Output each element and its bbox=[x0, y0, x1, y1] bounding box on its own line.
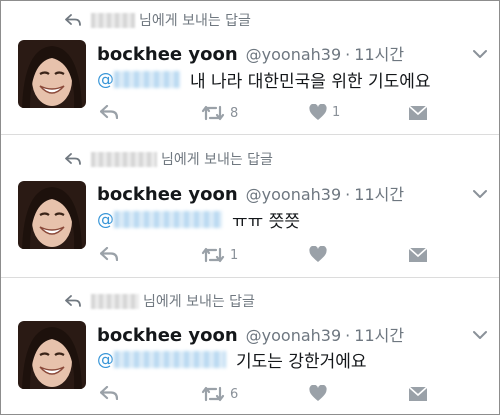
tweet-text-content: 내 나라 대한민국을 위한 기도에요 bbox=[190, 72, 431, 92]
separator-dot: · bbox=[345, 326, 351, 345]
reply-context-label: 님에게 보내는 답글 bbox=[139, 13, 251, 29]
tweet-2[interactable]: 님에게 보내는 답글 bockhee yoon @yoonah39 · 11시간… bbox=[1, 136, 499, 278]
retweet-icon bbox=[201, 386, 225, 402]
envelope-icon bbox=[408, 386, 428, 401]
envelope-icon bbox=[408, 247, 428, 262]
avatar[interactable] bbox=[18, 181, 86, 249]
tweet-3[interactable]: 님에게 보내는 답글 bockhee yoon @yoonah39 · 11시간… bbox=[1, 279, 499, 415]
author-name[interactable]: bockhee yoon bbox=[97, 44, 238, 65]
reply-button[interactable] bbox=[100, 105, 118, 119]
reply-context: 님에게 보내는 답글 bbox=[65, 149, 273, 169]
author-handle[interactable]: @yoonah39 bbox=[246, 185, 342, 204]
retweet-button[interactable]: 1 bbox=[201, 247, 238, 263]
like-button[interactable] bbox=[309, 385, 332, 402]
blurred-mention[interactable] bbox=[114, 71, 180, 88]
mention-at-sign[interactable]: @ bbox=[97, 350, 114, 370]
tweet-text: @ 기도는 강한거에요 bbox=[97, 347, 367, 373]
like-count: 1 bbox=[332, 105, 341, 120]
avatar[interactable] bbox=[18, 40, 86, 108]
chevron-down-icon[interactable] bbox=[473, 49, 487, 59]
envelope-icon bbox=[408, 105, 428, 120]
reply-icon bbox=[100, 386, 118, 400]
tweet-header: bockhee yoon @yoonah39 · 11시간 bbox=[97, 181, 404, 205]
tweet-timestamp[interactable]: 11시간 bbox=[354, 322, 404, 346]
author-name[interactable]: bockhee yoon bbox=[97, 184, 238, 205]
reply-arrow-icon bbox=[65, 14, 81, 26]
reply-context-label: 님에게 보내는 답글 bbox=[161, 152, 273, 168]
tweet-header: bockhee yoon @yoonah39 · 11시간 bbox=[97, 322, 404, 346]
author-name[interactable]: bockhee yoon bbox=[97, 325, 238, 346]
heart-icon bbox=[309, 385, 327, 401]
avatar[interactable] bbox=[18, 321, 86, 389]
blurred-recipient-name bbox=[91, 12, 135, 28]
blurred-mention[interactable] bbox=[114, 211, 222, 228]
reply-button[interactable] bbox=[100, 247, 118, 261]
chevron-down-icon[interactable] bbox=[473, 330, 487, 340]
mention-at-sign[interactable]: @ bbox=[97, 210, 114, 230]
reply-arrow-icon bbox=[65, 153, 81, 165]
reply-context: 님에게 보내는 답글 bbox=[65, 10, 251, 30]
author-handle[interactable]: @yoonah39 bbox=[246, 326, 342, 345]
tweet-header: bockhee yoon @yoonah39 · 11시간 bbox=[97, 41, 404, 65]
direct-message-button[interactable] bbox=[408, 105, 428, 121]
blurred-mention[interactable] bbox=[114, 351, 226, 368]
direct-message-button[interactable] bbox=[408, 386, 428, 402]
like-button[interactable] bbox=[309, 246, 332, 263]
retweet-icon bbox=[201, 105, 225, 121]
reply-icon bbox=[100, 105, 118, 119]
tweet-text: @ ㅠㅠ 쯧쯧 bbox=[97, 207, 300, 233]
retweet-count: 8 bbox=[230, 105, 239, 121]
tweet-timestamp[interactable]: 11시간 bbox=[354, 41, 404, 65]
direct-message-button[interactable] bbox=[408, 247, 428, 263]
heart-icon bbox=[309, 104, 327, 120]
like-button[interactable]: 1 bbox=[309, 104, 340, 121]
retweet-icon bbox=[201, 247, 225, 263]
reply-context-label: 님에게 보내는 답글 bbox=[143, 294, 255, 310]
reply-arrow-icon bbox=[65, 295, 81, 307]
tweet-text: @ 내 나라 대한민국을 위한 기도에요 bbox=[97, 67, 431, 93]
author-handle[interactable]: @yoonah39 bbox=[246, 45, 342, 64]
retweet-button[interactable]: 8 bbox=[201, 105, 238, 121]
retweet-count: 1 bbox=[230, 247, 239, 263]
heart-icon bbox=[309, 246, 327, 262]
reply-context: 님에게 보내는 답글 bbox=[65, 291, 255, 311]
separator-dot: · bbox=[345, 185, 351, 204]
retweet-button[interactable]: 6 bbox=[201, 386, 238, 402]
tweet-text-content: 기도는 강한거에요 bbox=[236, 352, 367, 372]
blurred-recipient-name bbox=[91, 151, 157, 167]
tweet-timestamp[interactable]: 11시간 bbox=[354, 181, 404, 205]
separator-dot: · bbox=[345, 45, 351, 64]
blurred-recipient-name bbox=[91, 293, 139, 309]
chevron-down-icon[interactable] bbox=[473, 189, 487, 199]
mention-at-sign[interactable]: @ bbox=[97, 70, 114, 90]
tweet-1[interactable]: 님에게 보내는 답글 bockhee yoon @yoonah39 · 11시간… bbox=[1, 1, 499, 135]
reply-icon bbox=[100, 247, 118, 261]
tweet-text-content: ㅠㅠ 쯧쯧 bbox=[232, 212, 300, 232]
reply-button[interactable] bbox=[100, 386, 118, 400]
retweet-count: 6 bbox=[230, 386, 239, 402]
